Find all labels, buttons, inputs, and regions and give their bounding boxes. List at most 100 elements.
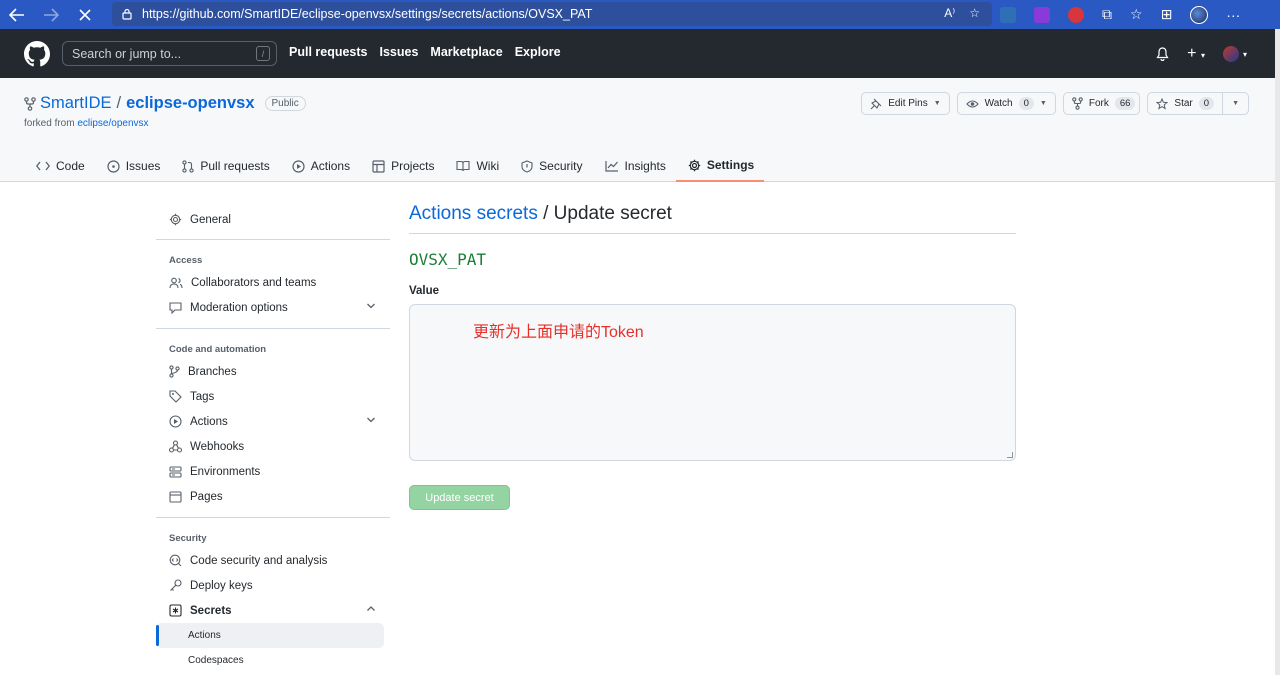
repo-name-link[interactable]: eclipse-openvsx <box>126 94 254 113</box>
book-icon <box>456 160 471 172</box>
sidebar-item-label: Tags <box>190 390 215 403</box>
star-button[interactable]: Star 0 <box>1147 92 1224 115</box>
favorite-star-icon[interactable]: ☆ <box>969 6 980 20</box>
sidebar-item-general[interactable]: General <box>156 207 390 232</box>
sidebar-subitem-actions[interactable]: Actions <box>156 623 384 648</box>
tab-projects[interactable]: Projects <box>360 150 444 182</box>
search-input[interactable]: Search or jump to... / <box>62 41 277 66</box>
pin-icon <box>870 98 882 109</box>
issue-icon <box>107 159 120 173</box>
sidebar-item-collaborators[interactable]: Collaborators and teams <box>156 270 390 295</box>
update-secret-button[interactable]: Update secret <box>409 485 510 510</box>
stop-loading-icon[interactable] <box>68 0 102 29</box>
tab-security-label: Security <box>539 159 583 173</box>
sidebar-item-moderation[interactable]: Moderation options <box>156 295 390 320</box>
settings-sidebar: General Access Collaborators and teams M… <box>156 200 390 673</box>
puzzle-icon[interactable]: ⧉ <box>1102 6 1112 23</box>
nav-explore[interactable]: Explore <box>515 45 561 59</box>
repo-title: SmartIDE / eclipse-openvsx Public <box>24 94 306 113</box>
favorites-icon[interactable]: ☆ <box>1130 6 1143 23</box>
shield-icon <box>521 159 533 173</box>
edit-pins-label: Edit Pins <box>888 98 928 109</box>
secret-value-textarea[interactable]: 更新为上面申请的Token <box>409 304 1016 461</box>
sidebar-heading-security: Security <box>169 532 207 544</box>
people-icon <box>169 277 183 288</box>
sidebar-item-webhooks[interactable]: Webhooks <box>156 434 390 459</box>
tab-code-label: Code <box>56 159 85 173</box>
tab-pull-requests[interactable]: Pull requests <box>170 150 279 182</box>
tag-icon <box>169 390 182 403</box>
sidebar-item-branches[interactable]: Branches <box>156 359 390 384</box>
tab-settings-label: Settings <box>706 158 755 172</box>
sidebar-item-environments[interactable]: Environments <box>156 459 390 484</box>
tab-insights[interactable]: Insights <box>593 150 676 182</box>
asterisk-icon <box>169 604 182 617</box>
resize-handle-icon[interactable] <box>1007 452 1013 458</box>
sidebar-item-label: Deploy keys <box>190 579 253 592</box>
tab-code[interactable]: Code <box>24 150 95 182</box>
browser-icon <box>169 490 182 503</box>
extension-icon[interactable] <box>1068 6 1084 23</box>
gear-icon <box>688 159 701 171</box>
nav-issues[interactable]: Issues <box>380 45 419 59</box>
github-logo-icon[interactable] <box>24 41 50 67</box>
pull-request-icon <box>182 159 195 173</box>
watch-button[interactable]: Watch 0 ▼ <box>956 92 1056 115</box>
profile-avatar[interactable] <box>1190 5 1209 24</box>
sidebar-item-label: Webhooks <box>190 440 245 453</box>
breadcrumb-actions-secrets-link[interactable]: Actions secrets <box>409 203 538 225</box>
code-icon <box>36 161 50 171</box>
sidebar-subitem-label: Codespaces <box>188 655 244 666</box>
forked-from-prefix: forked from <box>24 118 75 129</box>
star-list-dropdown[interactable]: ▼ <box>1223 92 1249 115</box>
comment-icon <box>169 301 182 314</box>
tab-actions[interactable]: Actions <box>280 150 360 182</box>
address-bar[interactable]: https://github.com/SmartIDE/eclipse-open… <box>112 2 992 26</box>
nav-marketplace[interactable]: Marketplace <box>430 45 502 59</box>
page-title: Actions secrets / Update secret <box>409 200 1016 234</box>
sidebar-subitem-codespaces[interactable]: Codespaces <box>156 648 390 673</box>
chevron-down-icon <box>367 303 375 309</box>
sidebar-item-label: General <box>190 213 231 226</box>
repo-path-separator: / <box>116 94 122 112</box>
forward-arrow-icon[interactable] <box>34 0 68 29</box>
browser-toolbar: https://github.com/SmartIDE/eclipse-open… <box>0 0 1280 29</box>
sidebar-item-label: Moderation options <box>190 301 288 314</box>
sidebar-item-label: Environments <box>190 465 261 478</box>
sidebar-item-actions[interactable]: Actions <box>156 409 390 434</box>
tab-pull-requests-label: Pull requests <box>200 159 270 173</box>
user-avatar[interactable]: ▾ <box>1222 46 1247 62</box>
forked-from-link[interactable]: eclipse/openvsx <box>77 118 148 129</box>
collections-icon[interactable]: ⊞ <box>1161 6 1173 23</box>
sidebar-item-code-security[interactable]: Code security and analysis <box>156 548 390 573</box>
sidebar-item-label: Secrets <box>190 604 232 617</box>
back-arrow-icon[interactable] <box>0 0 34 29</box>
sidebar-item-tags[interactable]: Tags <box>156 384 390 409</box>
fork-button[interactable]: Fork 66 <box>1062 92 1141 115</box>
bell-icon[interactable] <box>1156 47 1169 61</box>
sidebar-item-deploy-keys[interactable]: Deploy keys <box>156 573 390 598</box>
tab-wiki[interactable]: Wiki <box>444 150 509 182</box>
repo-owner-link[interactable]: SmartIDE <box>40 94 112 113</box>
read-aloud-icon[interactable]: A⁾ <box>944 6 955 20</box>
scrollbar[interactable] <box>1275 29 1280 675</box>
extension-icon[interactable] <box>1000 6 1016 23</box>
tab-actions-label: Actions <box>310 159 351 173</box>
tab-issues-label: Issues <box>125 159 161 173</box>
secret-name: OVSX_PAT <box>409 250 487 269</box>
nav-pull-requests[interactable]: Pull requests <box>289 45 368 59</box>
table-icon <box>372 159 385 173</box>
sidebar-item-secrets[interactable]: Secrets <box>156 598 390 623</box>
watch-count: 0 <box>1018 97 1034 110</box>
play-icon <box>169 415 182 428</box>
edit-pins-button[interactable]: Edit Pins ▼ <box>861 92 950 115</box>
tab-issues[interactable]: Issues <box>95 150 171 182</box>
tab-settings[interactable]: Settings <box>675 150 765 182</box>
more-icon[interactable]: ··· <box>1226 7 1240 23</box>
extension-icon[interactable] <box>1034 6 1050 23</box>
tab-security[interactable]: Security <box>509 150 592 182</box>
sidebar-item-label: Collaborators and teams <box>191 276 317 289</box>
tab-projects-label: Projects <box>391 159 435 173</box>
create-new-icon[interactable]: + ▾ <box>1187 45 1205 63</box>
sidebar-item-pages[interactable]: Pages <box>156 484 390 509</box>
